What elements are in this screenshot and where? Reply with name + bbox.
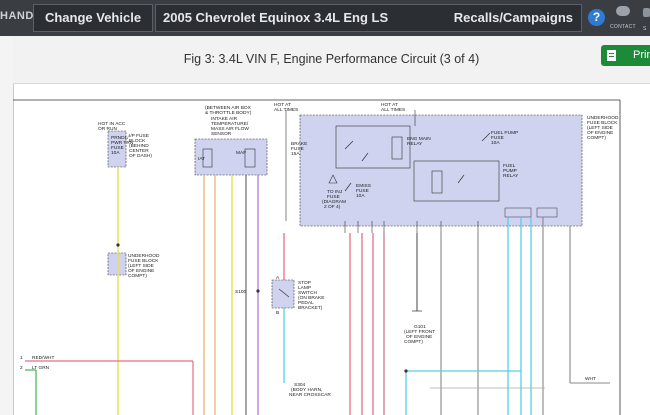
vehicle-title: 2005 Chevrolet Equinox 3.4L Eng LS	[163, 10, 389, 25]
label-wht: WHT	[585, 376, 596, 382]
label-s100: S100	[235, 289, 247, 295]
label-iat: IAT	[198, 156, 205, 162]
splice-yel	[116, 243, 120, 247]
label-fuel-pump-fuse-3: 10A	[491, 140, 500, 146]
print-label: Prin	[633, 49, 650, 61]
settings-label-partial: S	[643, 26, 647, 32]
figure-title: Fig 3: 3.4L VIN F, Engine Performance Ci…	[183, 52, 480, 66]
label-g101-4: COMPT)	[404, 339, 423, 345]
wiring-diagram: HOT IN ACC OR RUN I/P FUSE BLOCK (BEHIND…	[13, 99, 621, 415]
printer-icon	[607, 50, 616, 61]
label-lt-grn: LT GRN	[32, 365, 50, 371]
label-iat-sensor-4: SENSOR	[211, 131, 232, 137]
splice-s304	[404, 369, 408, 373]
label-eng-main-2: RELAY	[407, 141, 423, 147]
label-red-wht: RED/WHT	[32, 355, 54, 361]
underhood-fuse-block-box	[299, 114, 583, 227]
label-hot-acc-2: OR RUN	[98, 126, 117, 132]
label-row-1: 1	[20, 355, 23, 361]
change-vehicle-button[interactable]: Change Vehicle	[33, 4, 153, 32]
splice-s100	[256, 289, 260, 293]
print-button[interactable]: Prin	[601, 45, 650, 66]
contact-label: CONTACT	[610, 24, 636, 30]
label-stop-lamp-6: BRACKET)	[298, 305, 323, 311]
label-brake-fuse-3: 15A	[291, 151, 300, 157]
label-pin-b: B	[276, 310, 279, 316]
label-underhood-right-5: COMPT)	[587, 135, 606, 141]
label-hot-at-2b: ALL TIMES	[381, 107, 405, 113]
recalls-campaigns-button[interactable]: Recalls/Campaigns	[454, 5, 573, 31]
gear-icon	[643, 8, 650, 17]
top-bar: HAND Change Vehicle 2005 Chevrolet Equin…	[0, 0, 650, 36]
stop-lamp-switch-box	[271, 279, 295, 309]
label-row-2: 2	[20, 365, 23, 371]
label-hot-at-1b: ALL TIMES	[274, 107, 298, 113]
label-ip-fuse-5: OF DASH)	[129, 153, 152, 159]
underhood-fuse-block-left-box	[107, 252, 127, 276]
brand-fragment: HAND	[0, 10, 34, 22]
label-between-2: & THROTTLE BODY)	[205, 110, 252, 116]
label-maf: MAF	[236, 150, 246, 156]
label-underhood-left-5: COMPT)	[128, 273, 147, 279]
iat-maf-sensor-box	[194, 138, 268, 176]
vehicle-title-bar: 2005 Chevrolet Equinox 3.4L Eng LS Recal…	[155, 4, 582, 32]
contact-button[interactable]: CONTACT	[610, 6, 636, 34]
label-fuel-pump-relay-3: RELAY	[503, 173, 519, 179]
settings-button-partial[interactable]: S	[641, 8, 650, 34]
label-s304-3: NEAR CROSSCAR	[289, 392, 331, 398]
label-prndl-4: 10A	[111, 150, 120, 156]
label-emiss-3: 10A	[356, 193, 365, 199]
figure-header: Fig 3: 3.4L VIN F, Engine Performance Ci…	[13, 36, 650, 84]
help-icon[interactable]: ?	[588, 9, 605, 26]
label-to-inj-4: 2 OF 4)	[324, 204, 341, 210]
chat-bubble-icon	[616, 6, 630, 16]
